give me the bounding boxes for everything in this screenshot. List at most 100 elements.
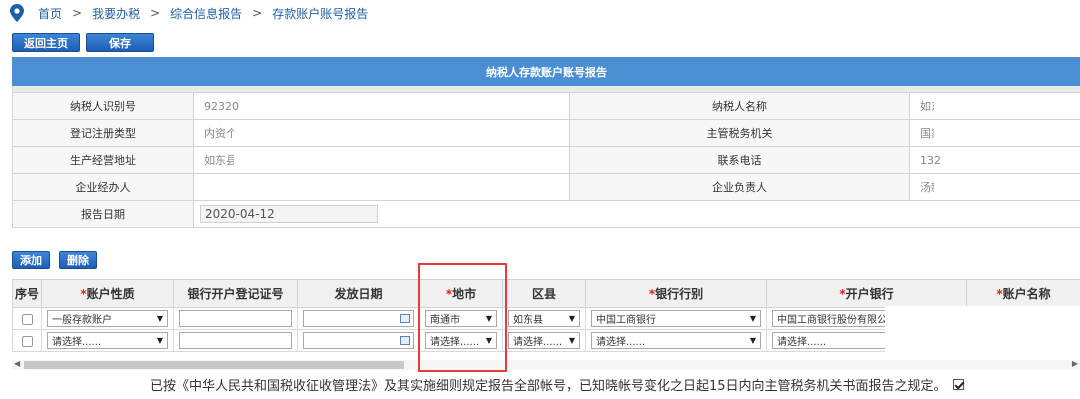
license-no-input[interactable] xyxy=(179,310,292,327)
dropdown-arrow-icon: ▼ xyxy=(568,314,575,323)
bank-cell: 请选择...... ▼ xyxy=(585,329,767,352)
calendar-icon[interactable] xyxy=(400,336,410,345)
phone-value: 132 xyxy=(920,153,941,167)
branch-value: 中国工商银行股份有限公 xyxy=(777,315,887,326)
agent-label: 企业经办人 xyxy=(12,173,194,201)
account-type-value: 请选择...... xyxy=(52,337,102,348)
issue-date-cell xyxy=(297,329,420,352)
header-bank-label: 银行行别 xyxy=(655,287,704,301)
bank-select[interactable]: 中国工商银行 ▼ xyxy=(591,310,761,327)
agent-value xyxy=(193,173,570,201)
scrollbar-thumb[interactable] xyxy=(24,361,404,369)
branch-value: 请选择...... xyxy=(777,337,827,348)
breadcrumb: 首页 > 我要办税 > 综合信息报告 > 存款账户账号报告 xyxy=(10,4,368,22)
breadcrumb-separator: > xyxy=(72,6,83,20)
address-label: 生产经营地址 xyxy=(12,146,194,174)
breadcrumb-separator: > xyxy=(252,6,263,20)
address-value: 如东县 xyxy=(204,154,237,167)
spacer-row xyxy=(11,85,1080,93)
scroll-right-icon[interactable]: ▶ xyxy=(1072,359,1078,368)
district-cell: 如东县 ▼ xyxy=(502,307,586,330)
bank-cell: 中国工商银行 ▼ xyxy=(585,307,767,330)
owner-label: 企业负责人 xyxy=(569,173,910,201)
breadcrumb-info-report[interactable]: 综合信息报告 xyxy=(170,5,242,22)
header-license-no: 银行开户登记证号 xyxy=(173,279,298,308)
taxpayer-name-cell: 如东 xyxy=(908,92,1080,120)
taxpayer-id-value: 92320 xyxy=(204,99,239,113)
grid-header-row: 序号 *账户性质 银行开户登记证号 发放日期 *地市 区县 *银行行别 *开户银… xyxy=(12,279,1080,308)
header-branch: *开户银行 xyxy=(766,279,967,308)
reg-type-label: 登记注册类型 xyxy=(12,119,194,147)
header-district: 区县 xyxy=(502,279,586,308)
account-type-value: 一般存款账户 xyxy=(52,315,112,326)
dropdown-arrow-icon: ▼ xyxy=(568,336,575,345)
header-branch-label: 开户银行 xyxy=(845,287,894,301)
row-checkbox[interactable] xyxy=(21,313,33,325)
license-no-input[interactable] xyxy=(179,332,292,349)
breadcrumb-home[interactable]: 首页 xyxy=(38,5,62,22)
header-account-type-label: 账户性质 xyxy=(86,287,135,301)
district-cell: 请选择...... ▼ xyxy=(502,329,586,352)
row-select-cell xyxy=(12,329,42,352)
phone-label: 联系电话 xyxy=(569,146,910,174)
account-type-select[interactable]: 请选择...... ▼ xyxy=(47,332,168,349)
account-type-select[interactable]: 一般存款账户 ▼ xyxy=(47,310,168,327)
redaction-mask xyxy=(234,149,356,171)
delete-row-button[interactable]: 删除 xyxy=(59,251,97,269)
dropdown-arrow-icon: ▼ xyxy=(749,336,756,345)
row-select-cell xyxy=(12,307,42,330)
bank-value: 中国工商银行 xyxy=(596,315,656,326)
redaction-mask xyxy=(242,95,376,117)
header-account-name: *账户名称 xyxy=(966,279,1080,308)
tax-authority-cell: 国家 xyxy=(908,119,1080,147)
owner-cell: 汤新 xyxy=(908,173,1080,201)
district-value: 如东县 xyxy=(513,315,543,326)
header-index: 序号 xyxy=(12,279,42,308)
add-row-button[interactable]: 添加 xyxy=(12,251,50,269)
top-toolbar: 返回主页 保存 xyxy=(12,33,154,52)
account-type-cell: 一般存款账户 ▼ xyxy=(41,307,174,330)
redaction-mask xyxy=(934,176,1080,198)
issue-date-input[interactable] xyxy=(303,310,414,327)
horizontal-scrollbar[interactable]: ◀ ▶ xyxy=(12,359,1080,370)
district-select[interactable]: 请选择...... ▼ xyxy=(508,332,580,349)
reg-type-value: 内资个 xyxy=(204,127,237,140)
district-select[interactable]: 如东县 ▼ xyxy=(508,310,580,327)
compliance-checkbox[interactable] xyxy=(952,379,964,390)
back-home-button[interactable]: 返回主页 xyxy=(12,33,80,52)
account-type-cell: 请选择...... ▼ xyxy=(41,329,174,352)
dropdown-arrow-icon: ▼ xyxy=(156,314,163,323)
header-issue-date: 发放日期 xyxy=(297,279,420,308)
redaction-mask xyxy=(885,306,1080,362)
license-no-cell xyxy=(173,329,298,352)
breadcrumb-separator: > xyxy=(150,6,161,20)
report-title: 纳税人存款账户账号报告 xyxy=(11,57,1080,86)
taxpayer-info-table: 纳税人存款账户账号报告 纳税人识别号 92320 纳税人名称 如东 登记注册类型… xyxy=(11,57,1080,228)
location-pin-icon xyxy=(10,4,24,22)
grid-actions: 添加 删除 xyxy=(12,251,97,269)
highlight-box xyxy=(418,263,507,372)
bank-select[interactable]: 请选择...... ▼ xyxy=(591,332,761,349)
issue-date-input[interactable] xyxy=(303,332,414,349)
header-bank: *银行行别 xyxy=(585,279,767,308)
breadcrumb-current[interactable]: 存款账户账号报告 xyxy=(272,5,368,22)
calendar-icon[interactable] xyxy=(400,314,410,323)
license-no-cell xyxy=(173,307,298,330)
redaction-mask xyxy=(942,149,1080,171)
redaction-mask xyxy=(934,122,1080,144)
taxpayer-name-label: 纳税人名称 xyxy=(569,92,910,120)
compliance-notice: 已按《中华人民共和国税收征收管理法》及其实施细则规定报告全部帐号，已知晓帐号变化… xyxy=(150,375,964,394)
compliance-notice-text: 已按《中华人民共和国税收征收管理法》及其实施细则规定报告全部帐号，已知晓帐号变化… xyxy=(150,379,947,394)
scroll-left-icon[interactable]: ◀ xyxy=(14,359,20,368)
report-date-field[interactable]: 2020-04-12 xyxy=(200,205,378,223)
row-checkbox[interactable] xyxy=(21,335,33,347)
save-button[interactable]: 保存 xyxy=(86,33,154,52)
taxpayer-id-cell: 92320 xyxy=(193,92,570,120)
redaction-mask xyxy=(234,122,376,144)
breadcrumb-tax-service[interactable]: 我要办税 xyxy=(92,5,140,22)
address-cell: 如东县 xyxy=(193,146,570,174)
tax-authority-label: 主管税务机关 xyxy=(569,119,910,147)
district-value: 请选择...... xyxy=(513,337,563,348)
reg-type-cell: 内资个 xyxy=(193,119,570,147)
report-date-cell: 2020-04-12 xyxy=(192,200,1080,228)
